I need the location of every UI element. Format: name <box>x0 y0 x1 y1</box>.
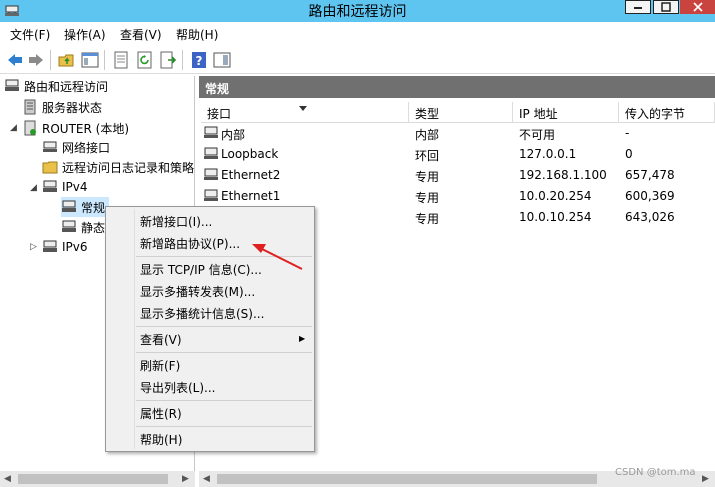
scroll-right-icon[interactable]: ▶ <box>182 474 189 484</box>
watermark: CSDN @tom.ma <box>615 467 696 478</box>
scrollbar-thumb[interactable] <box>18 474 168 484</box>
scrollbar-thumb[interactable] <box>217 474 597 484</box>
scroll-right-icon[interactable]: ▶ <box>702 474 709 484</box>
scroll-left-icon[interactable]: ◀ <box>203 474 210 484</box>
scroll-left-icon[interactable]: ◀ <box>4 474 11 484</box>
tree-horizontal-scrollbar[interactable]: ◀ ▶ <box>0 471 195 487</box>
annotation-arrow-icon <box>252 244 303 270</box>
